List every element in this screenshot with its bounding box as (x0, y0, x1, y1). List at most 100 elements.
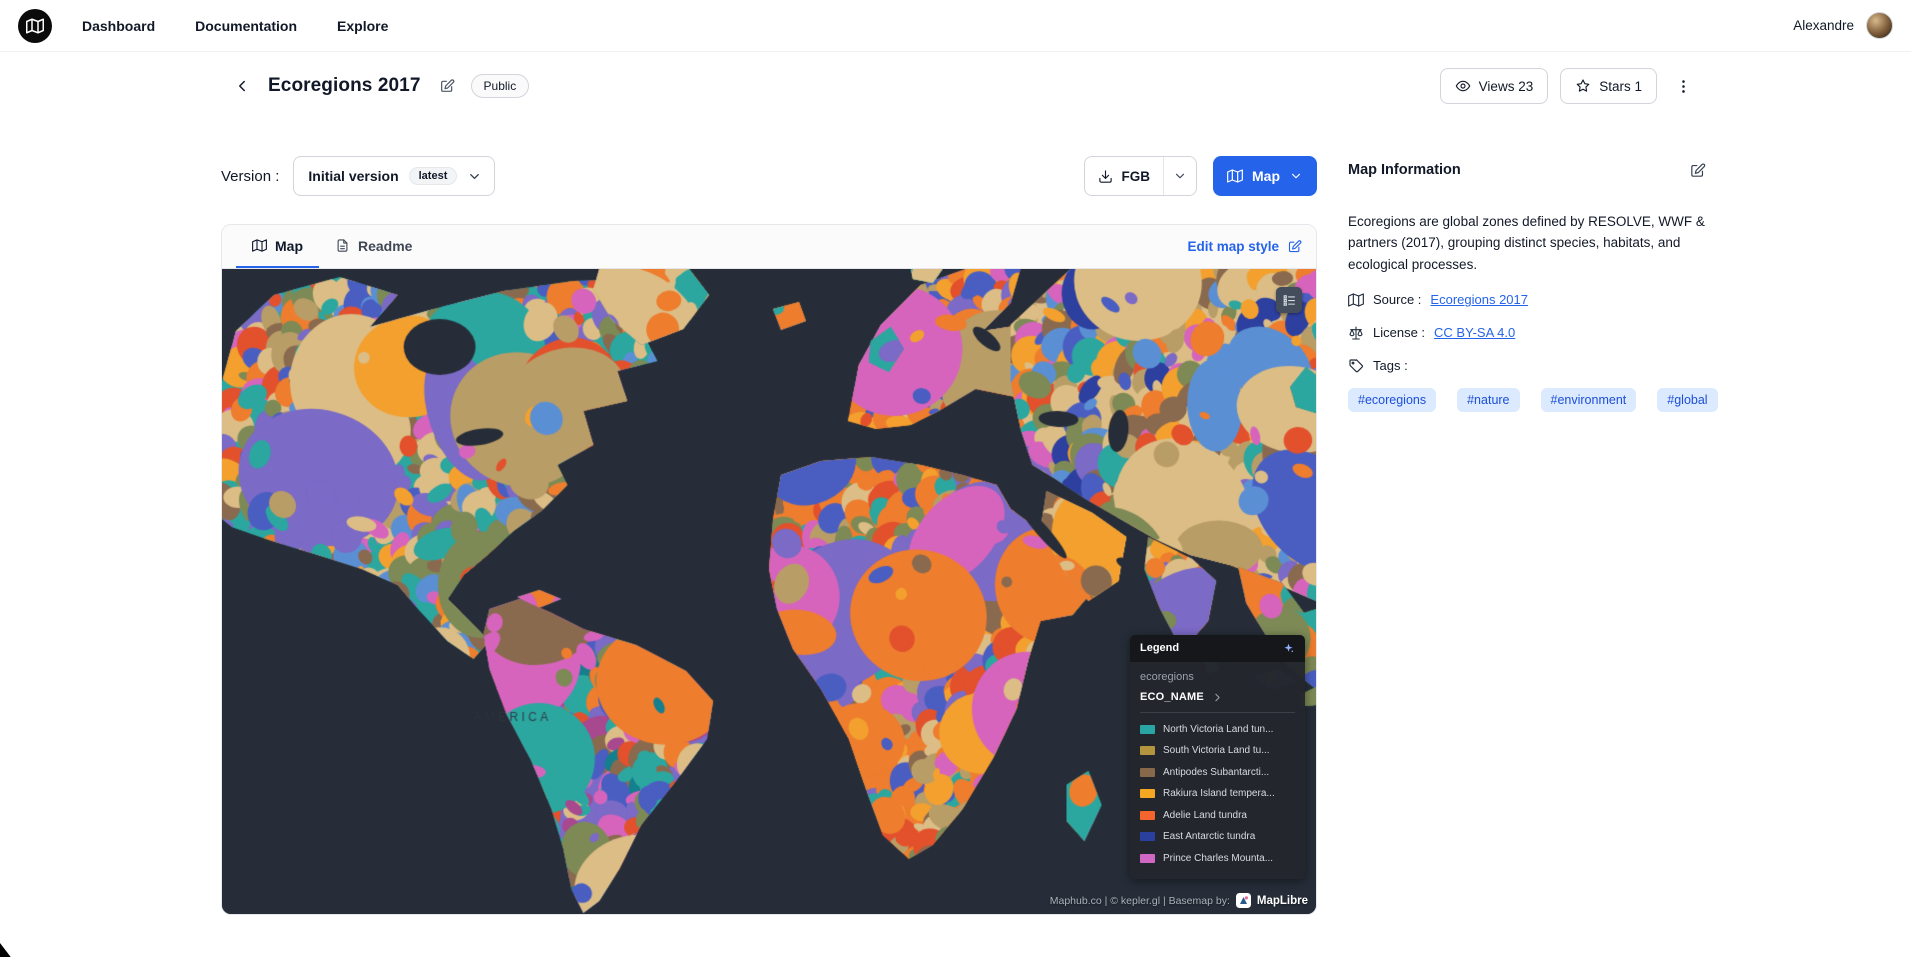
latest-badge: latest (408, 167, 458, 185)
version-label: Version : (221, 167, 280, 185)
header-actions: Views 23 Stars 1 (1439, 68, 1697, 104)
maplibre-label[interactable]: MapLibre (1257, 895, 1308, 907)
tab-map[interactable]: Map (236, 225, 319, 268)
pencil-square-icon (1287, 239, 1302, 254)
map-card: Map Readme Edit map style Legend ecoregi… (221, 224, 1317, 915)
back-button[interactable] (228, 72, 256, 100)
version-actions: FGB Map (1083, 156, 1317, 196)
legend-field-name: ECO_NAME (1140, 691, 1204, 703)
download-icon (1098, 169, 1113, 184)
nav-dashboard[interactable]: Dashboard (82, 18, 155, 34)
page-title: Ecoregions 2017 (268, 75, 421, 96)
version-row: Version : Initial version latest FGB Map (221, 156, 1317, 196)
layers-list-icon (1282, 293, 1297, 308)
tabbar: Map Readme Edit map style (222, 225, 1316, 269)
download-format-label: FGB (1121, 168, 1151, 184)
legend-layer-name: ecoregions (1140, 670, 1194, 683)
legend-item-label: Prince Charles Mounta... (1163, 852, 1274, 864)
pencil-square-icon (1689, 162, 1706, 179)
maplibre-logo-icon (1235, 893, 1251, 908)
user-name: Alexandre (1793, 18, 1854, 33)
tags-label: Tags : (1373, 358, 1408, 374)
edit-info-button[interactable] (1689, 162, 1706, 179)
license-link[interactable]: CC BY-SA 4.0 (1434, 325, 1515, 340)
legend-swatch (1140, 789, 1155, 799)
legend-title: Legend (1140, 642, 1180, 654)
tag-pill[interactable]: #ecoregions (1348, 387, 1437, 412)
tag-pill[interactable]: #environment (1540, 387, 1637, 412)
download-fgb-button[interactable]: FGB (1085, 157, 1164, 195)
tab-map-label: Map (275, 237, 303, 254)
legend-header: Legend (1130, 634, 1305, 662)
map-description: Ecoregions are global zones defined by R… (1348, 214, 1705, 272)
edit-map-style-label: Edit map style (1187, 239, 1279, 254)
stars-label: Stars 1 (1599, 78, 1642, 94)
nav-links: Dashboard Documentation Explore (82, 18, 388, 34)
map-button-label: Map (1252, 168, 1280, 184)
user-avatar[interactable] (1866, 12, 1893, 39)
download-options-button[interactable] (1164, 157, 1196, 195)
edit-title-button[interactable] (433, 72, 461, 100)
source-link[interactable]: Ecoregions 2017 (1430, 292, 1528, 307)
sidebar-title: Map Information (1348, 162, 1461, 178)
map-icon (1227, 168, 1243, 184)
maphub-logo[interactable] (18, 8, 52, 43)
map-view-button[interactable]: Map (1213, 156, 1317, 196)
legend-item: East Antarctic tundra (1140, 826, 1295, 848)
version-selected-value: Initial version (308, 168, 399, 184)
more-menu-button[interactable] (1669, 72, 1697, 100)
stars-button[interactable]: Stars 1 (1560, 68, 1657, 104)
map-icon (252, 238, 267, 253)
attribution-text: Maphub.co | © kepler.gl | Basemap by: (1049, 894, 1230, 907)
legend-field-row[interactable]: ECO_NAME (1140, 691, 1295, 713)
license-row: License : CC BY-SA 4.0 (1348, 325, 1706, 341)
nav-explore[interactable]: Explore (337, 18, 388, 34)
tags-row: Tags : (1348, 358, 1706, 374)
tag-list: #ecoregions #nature #environment #global (1348, 387, 1718, 412)
legend-swatch (1140, 810, 1155, 820)
tag-icon (1348, 358, 1364, 374)
tag-pill[interactable]: #nature (1457, 387, 1520, 412)
legend-item: Prince Charles Mounta... (1140, 848, 1295, 870)
legend-item-label: Rakiura Island tempera... (1163, 788, 1275, 800)
visibility-badge: Public (470, 74, 530, 98)
source-row: Source : Ecoregions 2017 (1348, 292, 1706, 308)
top-navbar: Dashboard Documentation Explore Alexandr… (0, 0, 1911, 52)
map-header-row: Ecoregions 2017 Public Views 23 Stars 1 (228, 66, 1697, 106)
source-map-icon (1348, 292, 1364, 308)
tab-readme[interactable]: Readme (319, 225, 428, 268)
version-select[interactable]: Initial version latest (293, 156, 496, 196)
legend-item: South Victoria Land tu... (1140, 740, 1295, 762)
chevron-left-icon (233, 77, 251, 95)
legend-swatch (1140, 746, 1155, 756)
map-view: Legend ecoregions ECO_NAME North Victori… (222, 269, 1316, 914)
kebab-icon (1675, 78, 1692, 95)
chevron-down-icon (1173, 169, 1187, 183)
nav-documentation[interactable]: Documentation (195, 18, 297, 34)
sparkle-icon[interactable] (1282, 642, 1295, 655)
legend-item: Adelie Land tundra (1140, 805, 1295, 827)
tab-readme-label: Readme (358, 237, 413, 254)
scale-icon (1348, 325, 1364, 341)
map-information-panel: Map Information Ecoregions are global zo… (1348, 162, 1718, 412)
tag-pill[interactable]: #global (1657, 387, 1718, 412)
license-label: License : (1373, 325, 1426, 341)
document-icon (335, 238, 350, 253)
legend-swatch (1140, 853, 1155, 863)
views-button[interactable]: Views 23 (1439, 68, 1549, 104)
page: Dashboard Documentation Explore Alexandr… (0, 0, 1911, 957)
views-label: Views 23 (1478, 78, 1534, 94)
legend-item-label: East Antarctic tundra (1163, 831, 1256, 843)
legend-toggle-button[interactable] (1276, 287, 1302, 313)
eye-icon (1455, 78, 1471, 94)
download-split-button: FGB (1083, 156, 1197, 196)
legend-item-label: South Victoria Land tu... (1163, 745, 1270, 757)
map-logo-icon (26, 17, 44, 35)
legend-item-label: Antipodes Subantarcti... (1163, 766, 1270, 778)
edit-map-style-link[interactable]: Edit map style (1187, 225, 1302, 268)
legend-item: North Victoria Land tun... (1140, 719, 1295, 741)
pencil-square-icon (439, 78, 455, 94)
map-legend: Legend ecoregions ECO_NAME North Victori… (1130, 634, 1305, 879)
legend-swatch (1140, 832, 1155, 842)
legend-body: ecoregions ECO_NAME North Victoria Land … (1130, 661, 1305, 879)
